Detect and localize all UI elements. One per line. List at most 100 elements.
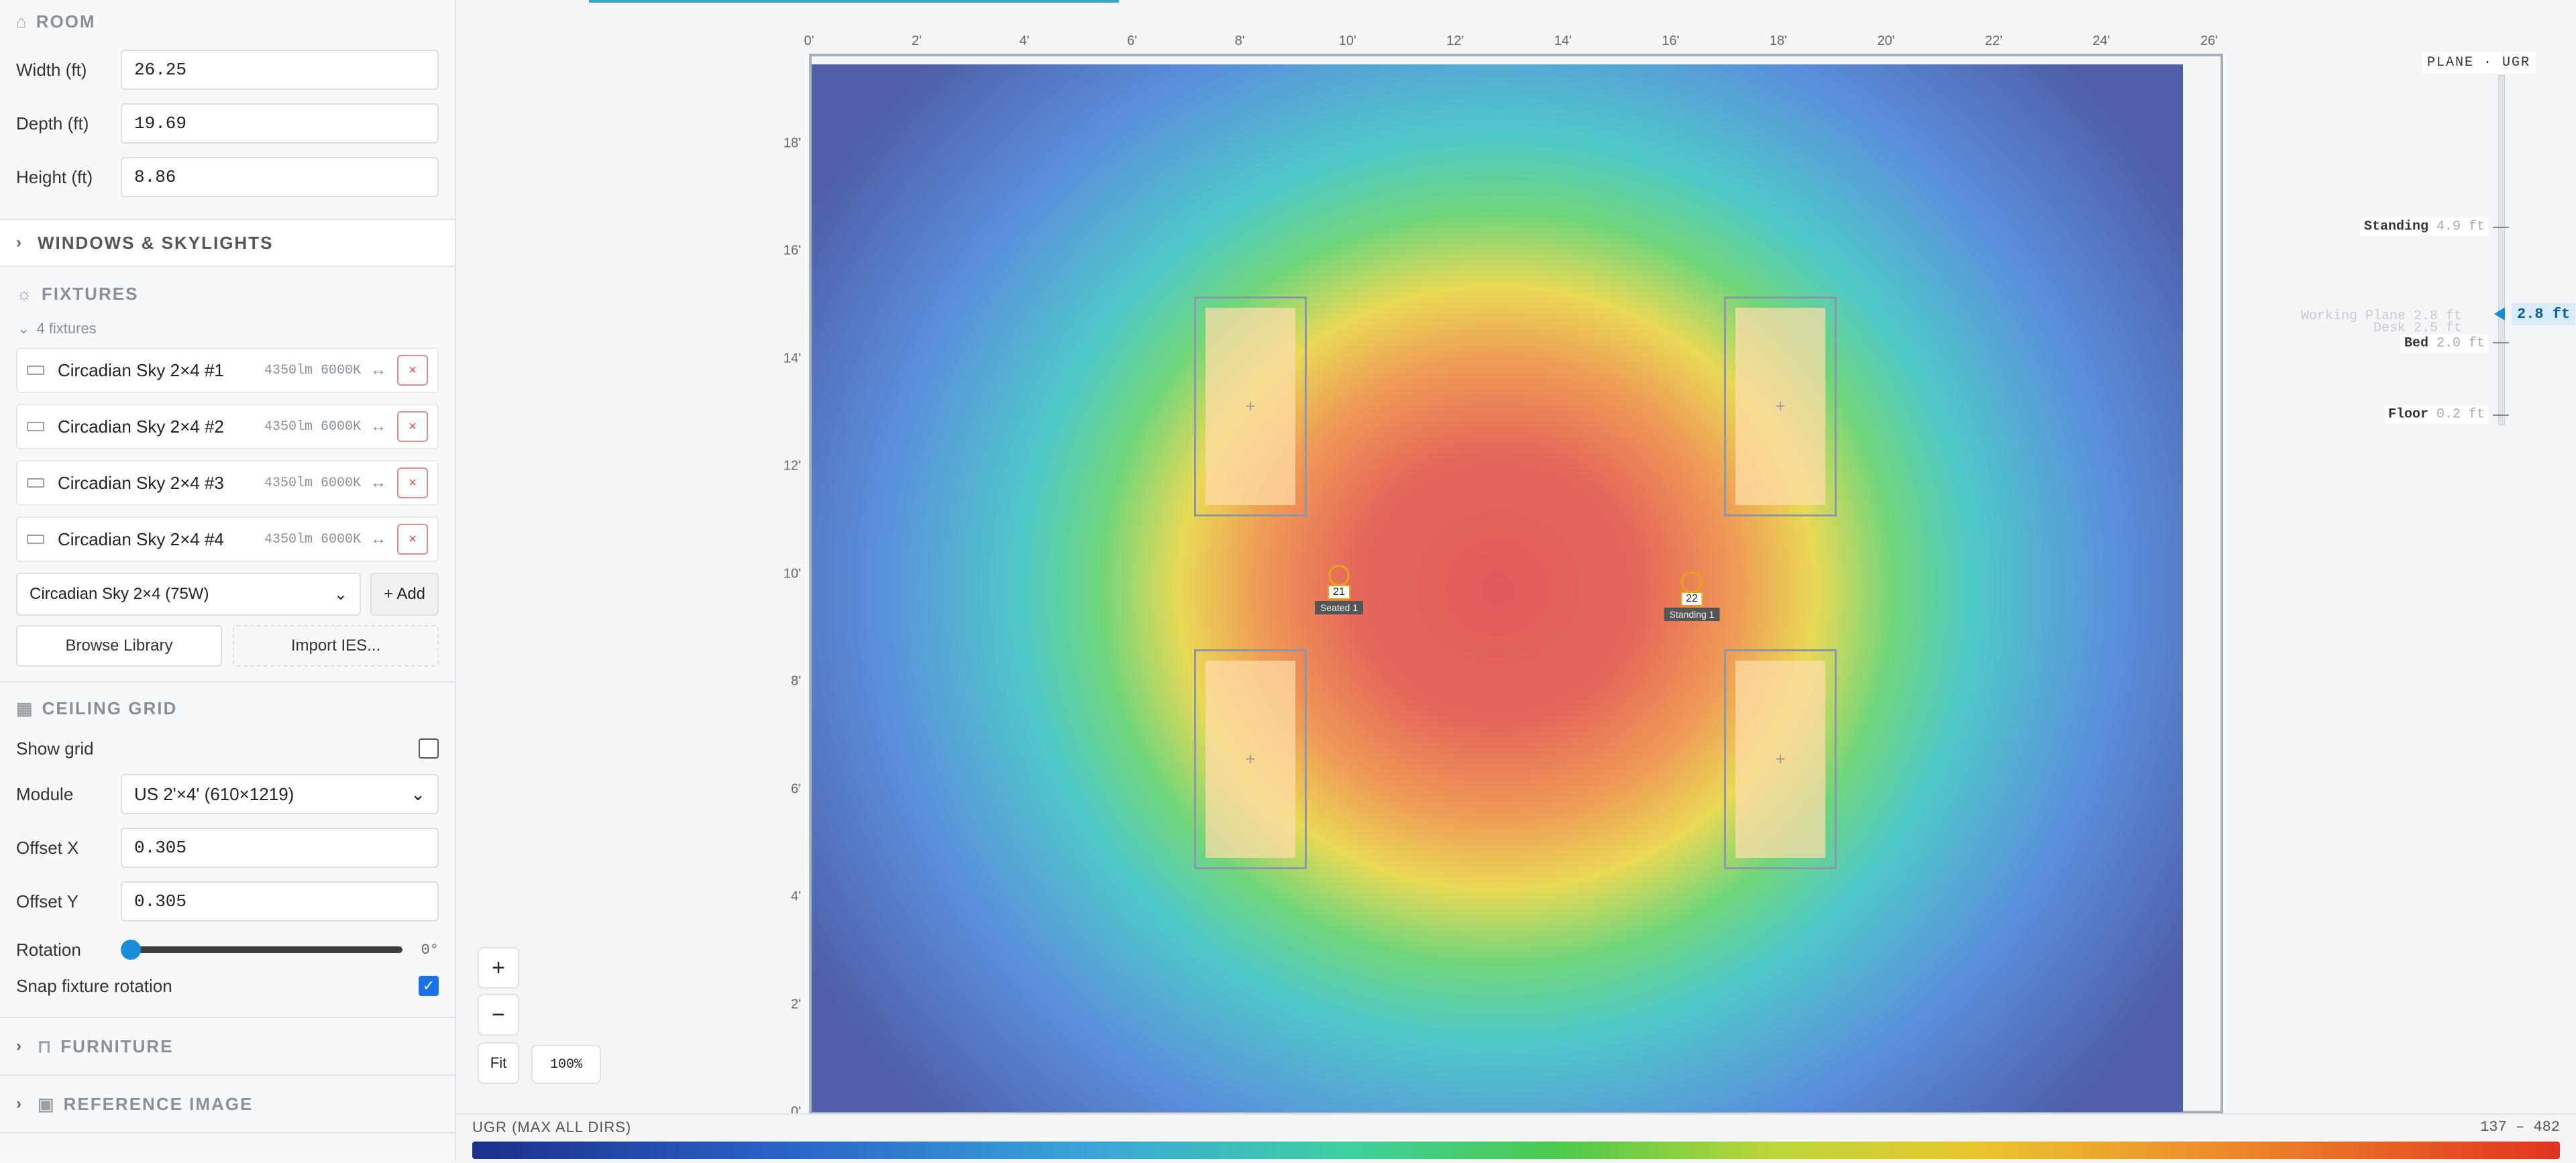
fit-button[interactable]: Fit (478, 1042, 519, 1084)
luminaire-fixture-4[interactable]: + (1724, 649, 1837, 869)
height-input[interactable]: 8.86 (121, 157, 439, 197)
observer-icon (1328, 565, 1350, 586)
observer-standing-1[interactable]: 22 Standing 1 (1664, 571, 1720, 621)
level-value: 4.9 ft (2436, 219, 2485, 235)
y-tick-label: 4' (791, 889, 801, 904)
chevron-right-icon: › (16, 233, 23, 252)
observer-label: Standing 1 (1664, 608, 1720, 621)
fixtures-section-header[interactable]: ☼ FIXTURES (0, 272, 455, 315)
fixture-model-select[interactable]: Circadian Sky 2×4 (75W) ⌄ (16, 573, 361, 616)
reference-image-section-header[interactable]: › ▣ REFERENCE IMAGE (0, 1076, 455, 1132)
swap-arrow-icon[interactable]: ↔ (370, 417, 386, 436)
level-floor[interactable]: Floor 0.2 ft (2383, 405, 2489, 424)
delete-fixture-button[interactable]: × (397, 411, 428, 442)
fixture-item[interactable]: Circadian Sky 2×4 #2 4350lm 6000K ↔ × (16, 404, 439, 449)
snap-rotation-checkbox[interactable]: ✓ (419, 976, 439, 996)
fixture-model-value: Circadian Sky 2×4 (75W) (30, 585, 209, 603)
level-name: Bed (2404, 335, 2428, 351)
show-grid-checkbox[interactable] (419, 738, 439, 759)
luminaire-fixture-2[interactable]: + (1724, 296, 1837, 516)
y-tick-label: 14' (783, 351, 801, 366)
add-fixture-button[interactable]: + Add (370, 573, 439, 616)
offset-x-input[interactable]: 0.305 (121, 828, 439, 868)
pointer-arrow-icon (2494, 307, 2505, 321)
width-label: Width (ft) (16, 59, 87, 80)
delete-fixture-button[interactable]: × (397, 524, 428, 555)
x-tick-label: 4' (1019, 34, 1030, 48)
ugr-heatmap[interactable] (812, 64, 2183, 1112)
module-select[interactable]: US 2'×4' (610×1219) ⌄ (121, 774, 439, 814)
ceiling-grid-section-header[interactable]: ▦ CEILING GRID (0, 687, 455, 730)
height-row: Height (ft) 8.86 (0, 150, 455, 204)
delete-fixture-button[interactable]: × (397, 355, 428, 386)
rotation-slider-thumb[interactable] (121, 940, 141, 960)
browse-library-button[interactable]: Browse Library (16, 625, 222, 667)
rotation-slider[interactable] (121, 940, 402, 960)
chevron-down-icon: ⌄ (17, 320, 30, 337)
swap-arrow-icon[interactable]: ↔ (370, 530, 386, 549)
divider (0, 266, 455, 267)
luminaire-fixture-1[interactable]: + (1194, 296, 1307, 516)
level-standing[interactable]: Standing 4.9 ft (2359, 217, 2489, 236)
show-grid-label: Show grid (16, 738, 94, 759)
x-tick-label: 12' (1446, 34, 1464, 48)
room-section-header[interactable]: ⌂ ROOM (0, 0, 455, 43)
fixture-item[interactable]: Circadian Sky 2×4 #3 4350lm 6000K ↔ × (16, 460, 439, 506)
import-ies-button[interactable]: Import IES... (233, 625, 439, 667)
fixture-meta: 4350lm 6000K (264, 531, 361, 547)
zoom-out-button[interactable]: − (478, 994, 519, 1036)
level-name: Standing (2363, 219, 2428, 235)
snap-rotation-row: Snap fixture rotation ✓ (0, 971, 455, 1001)
zoom-in-button[interactable]: + (478, 947, 519, 989)
windows-section-header[interactable]: › WINDOWS & SKYLIGHTS (0, 220, 455, 266)
depth-row: Depth (ft) 19.69 (0, 97, 455, 150)
fixture-icon (27, 478, 44, 488)
rotation-value: 0° (421, 941, 439, 958)
crosshair-icon: + (1775, 749, 1786, 769)
furniture-section-header[interactable]: › ⊓ FURNITURE (0, 1018, 455, 1074)
x-tick-label: 2' (912, 34, 922, 48)
module-label: Module (16, 783, 74, 804)
delete-fixture-button[interactable]: × (397, 467, 428, 498)
observer-seated-1[interactable]: 21 Seated 1 (1314, 565, 1364, 614)
y-tick-label: 10' (783, 566, 801, 582)
depth-input[interactable]: 19.69 (121, 103, 439, 144)
active-plane-handle[interactable]: 2.8 ft (2485, 302, 2576, 326)
library-buttons: Browse Library Import IES... (0, 625, 455, 667)
reference-image-title: REFERENCE IMAGE (63, 1093, 254, 1114)
windows-title: WINDOWS & SKYLIGHTS (38, 232, 274, 253)
add-fixture-row: Circadian Sky 2×4 (75W) ⌄ + Add (0, 573, 455, 616)
y-tick-label: 8' (791, 673, 801, 689)
crosshair-icon: + (1775, 396, 1786, 417)
fixture-name: Circadian Sky 2×4 #3 (58, 472, 224, 493)
width-input[interactable]: 26.25 (121, 50, 439, 90)
x-tick-label: 6' (1127, 34, 1138, 48)
image-icon: ▣ (38, 1093, 56, 1114)
fixtures-title: FIXTURES (41, 283, 139, 304)
fixtures-count-toggle[interactable]: ⌄ 4 fixtures (0, 315, 455, 342)
crosshair-icon: + (1245, 396, 1256, 417)
legend-range: 137 – 482 (2480, 1119, 2560, 1136)
fixture-item[interactable]: Circadian Sky 2×4 #1 4350lm 6000K ↔ × (16, 347, 439, 393)
divider (0, 681, 455, 683)
swap-arrow-icon[interactable]: ↔ (370, 361, 386, 380)
x-tick-label: 22' (1984, 34, 2002, 48)
rotation-label: Rotation (16, 939, 81, 960)
luminaire-fixture-3[interactable]: + (1194, 649, 1307, 869)
zoom-level[interactable]: 100% (531, 1045, 601, 1084)
x-tick-label: 18' (1769, 34, 1787, 48)
offset-y-row: Offset Y 0.305 (0, 875, 455, 928)
plane-height-rail[interactable] (2498, 75, 2505, 425)
x-tick-label: 26' (2200, 34, 2218, 48)
level-bed[interactable]: Bed 2.0 ft (2400, 334, 2489, 353)
crosshair-icon: + (1245, 749, 1256, 769)
fixture-item[interactable]: Circadian Sky 2×4 #4 4350lm 6000K ↔ × (16, 516, 439, 562)
show-grid-row: Show grid (0, 730, 455, 767)
room-title: ROOM (36, 11, 96, 32)
furniture-title: FURNITURE (60, 1036, 174, 1056)
sidebar: ⌂ ROOM Width (ft) 26.25 Depth (ft) 19.69… (0, 0, 456, 1162)
fixture-name: Circadian Sky 2×4 #2 (58, 416, 224, 437)
fixture-icon (27, 366, 44, 375)
offset-y-input[interactable]: 0.305 (121, 881, 439, 922)
swap-arrow-icon[interactable]: ↔ (370, 474, 386, 492)
